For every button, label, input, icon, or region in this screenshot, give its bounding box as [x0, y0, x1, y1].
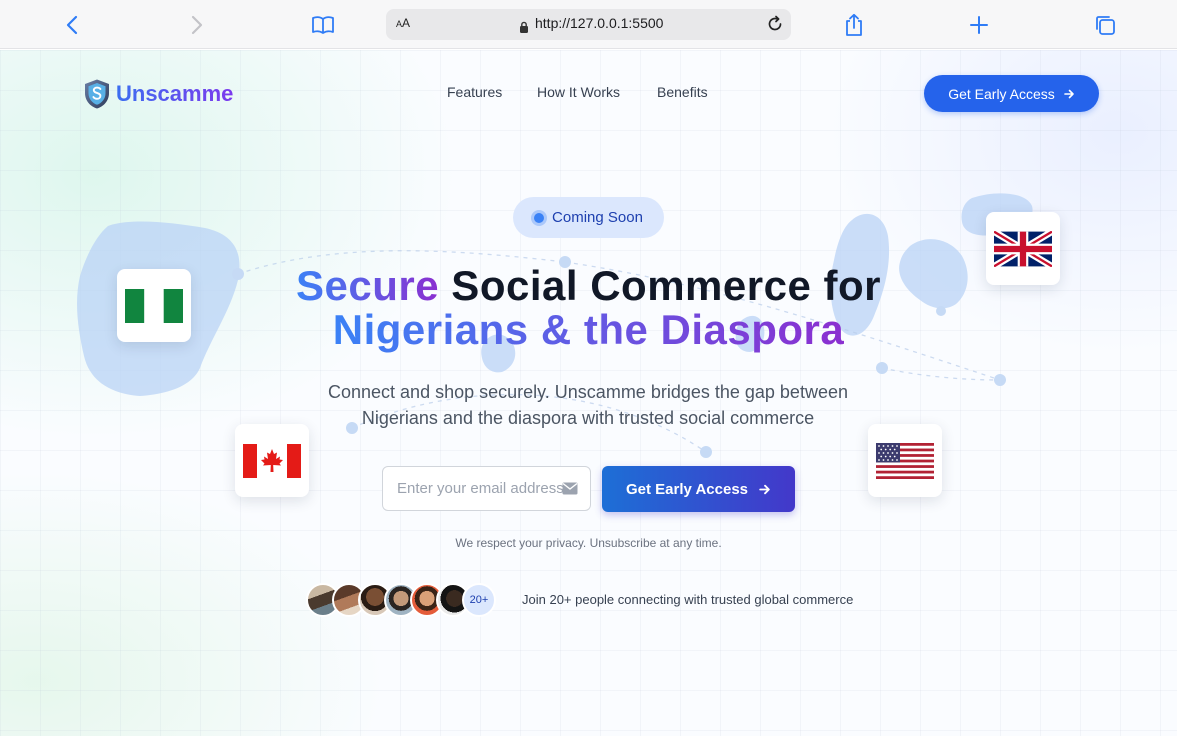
nav-link-how-it-works[interactable]: How It Works	[537, 84, 620, 100]
badge-label: Coming Soon	[552, 209, 643, 226]
usa-flag-card	[868, 424, 942, 497]
address-bar[interactable]: AA http://127.0.0.1:5500	[386, 9, 791, 40]
brand-logo[interactable]: Unscamme	[82, 78, 233, 110]
landing-page: Unscamme Features How It Works Benefits …	[0, 50, 1177, 736]
coming-soon-badge: Coming Soon	[513, 197, 664, 238]
canada-flag-card	[235, 424, 309, 497]
nav-get-early-access-button[interactable]: Get Early Access	[924, 75, 1099, 112]
book-icon	[312, 16, 334, 34]
url-text: http://127.0.0.1:5500	[535, 15, 664, 31]
headline-accent: Secure	[296, 262, 440, 309]
text-size-button[interactable]: AA	[396, 16, 410, 30]
headline-line1: Social Commerce for	[439, 262, 881, 309]
share-button[interactable]	[841, 12, 867, 38]
email-field[interactable]	[382, 466, 591, 511]
chevron-right-icon	[191, 15, 203, 35]
social-proof-text: Join 20+ people connecting with trusted …	[522, 592, 854, 607]
browser-toolbar: AA http://127.0.0.1:5500	[0, 0, 1177, 49]
email-input[interactable]	[397, 467, 565, 510]
back-button[interactable]	[59, 12, 85, 38]
headline-line2: Nigerians & the Diaspora	[332, 306, 845, 353]
chevron-left-icon	[66, 15, 78, 35]
hero-subtitle: Connect and shop securely. Unscamme brid…	[328, 382, 848, 428]
privacy-note: We respect your privacy. Unsubscribe at …	[455, 536, 722, 550]
lock-icon	[519, 18, 529, 37]
forward-button[interactable]	[184, 12, 210, 38]
brand-name: Unscamme	[116, 81, 234, 106]
tabs-icon	[1096, 16, 1115, 35]
usa-flag-icon	[876, 442, 934, 479]
hero-headline: Secure Social Commerce for Nigerians & t…	[0, 264, 1177, 352]
uk-flag-icon	[994, 230, 1052, 267]
share-icon	[846, 13, 862, 36]
reload-icon	[768, 15, 782, 31]
submit-label: Get Early Access	[625, 480, 749, 498]
nav-cta-label: Get Early Access	[948, 85, 1055, 102]
new-tab-button[interactable]	[966, 12, 992, 38]
canada-flag-icon	[243, 443, 301, 478]
reload-button[interactable]	[765, 14, 785, 38]
arrow-right-icon	[1063, 89, 1074, 98]
tabs-button[interactable]	[1092, 12, 1118, 38]
avatar-count-badge: 20+	[462, 583, 496, 617]
arrow-right-icon	[759, 484, 770, 494]
nav-link-features[interactable]: Features	[447, 84, 502, 100]
mail-icon	[562, 482, 578, 495]
nav-link-benefits[interactable]: Benefits	[657, 84, 708, 100]
get-early-access-button[interactable]: Get Early Access	[602, 466, 795, 512]
bookmarks-button[interactable]	[310, 12, 336, 38]
shield-logo-icon	[85, 79, 109, 109]
status-dot-icon	[534, 212, 545, 223]
plus-icon	[970, 16, 988, 34]
